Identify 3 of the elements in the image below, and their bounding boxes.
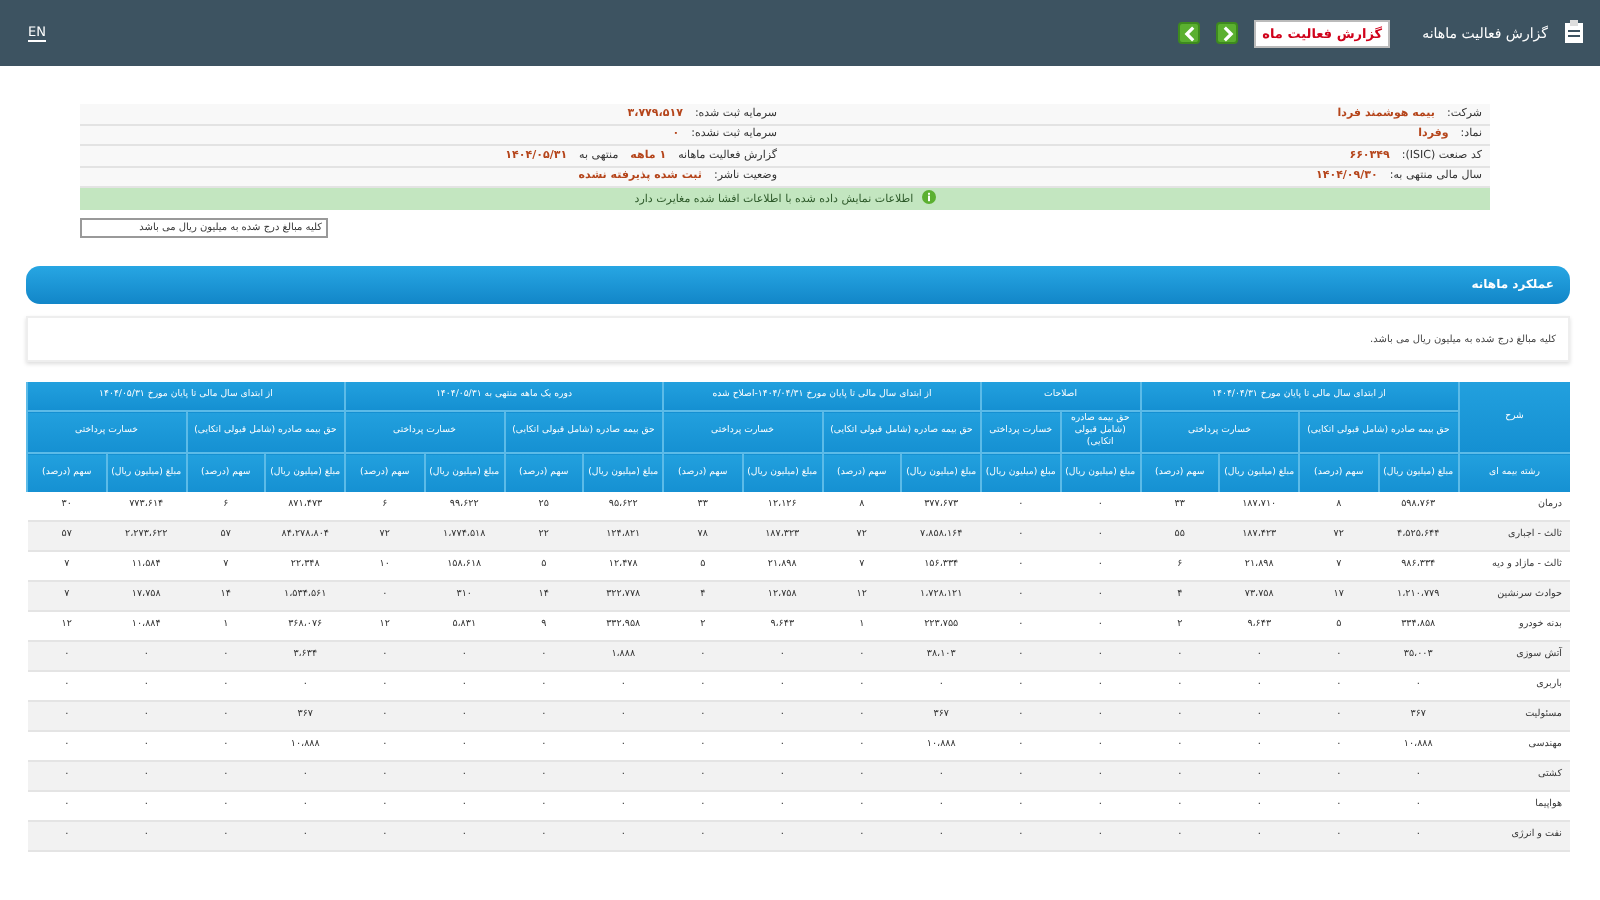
clipboard-icon: [1564, 19, 1584, 47]
next-button[interactable]: [1216, 22, 1239, 44]
previous-button[interactable]: [1178, 22, 1201, 44]
